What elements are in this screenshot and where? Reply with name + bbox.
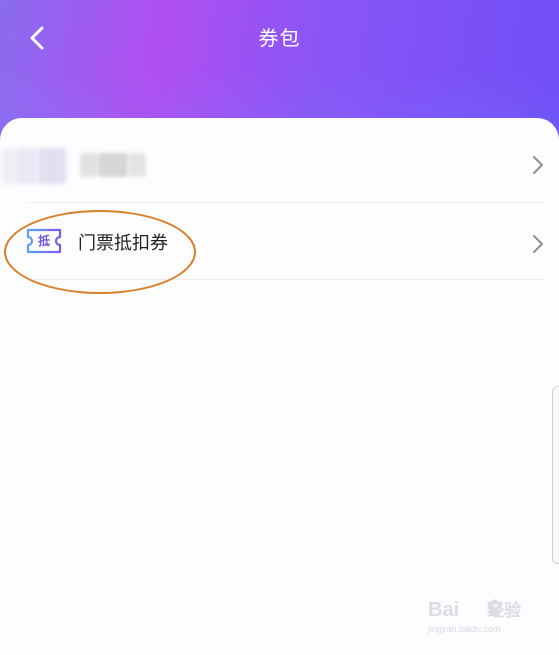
divider bbox=[28, 202, 545, 203]
blurred-text bbox=[128, 153, 146, 177]
paw-icon bbox=[487, 599, 503, 617]
coupon-list-card: 抵 门票抵扣券 bbox=[0, 118, 559, 655]
watermark-url: jingyan.baidu.com bbox=[428, 624, 501, 634]
divider bbox=[28, 279, 545, 280]
blurred-avatar bbox=[38, 148, 66, 184]
blurred-text bbox=[80, 153, 98, 177]
page-title: 券包 bbox=[258, 26, 301, 50]
ticket-coupon-label: 门票抵扣券 bbox=[78, 233, 168, 254]
blurred-avatar bbox=[16, 148, 38, 184]
scrollbar-thumb[interactable] bbox=[552, 386, 559, 564]
blurred-text bbox=[98, 153, 128, 177]
blurred-avatar bbox=[2, 148, 16, 184]
watermark-logo: Bai 经验 bbox=[428, 599, 522, 621]
watermark: Bai 经验 jingyan.baidu.com bbox=[428, 596, 556, 648]
list-item-blurred[interactable] bbox=[0, 126, 559, 206]
ticket-coupon-icon: 抵 bbox=[26, 228, 62, 254]
coupon-glyph: 抵 bbox=[37, 234, 50, 248]
list-item-ticket-coupon[interactable]: 抵 门票抵扣券 bbox=[0, 205, 559, 285]
chevron-right-icon bbox=[533, 235, 543, 253]
chevron-right-icon bbox=[533, 156, 543, 174]
